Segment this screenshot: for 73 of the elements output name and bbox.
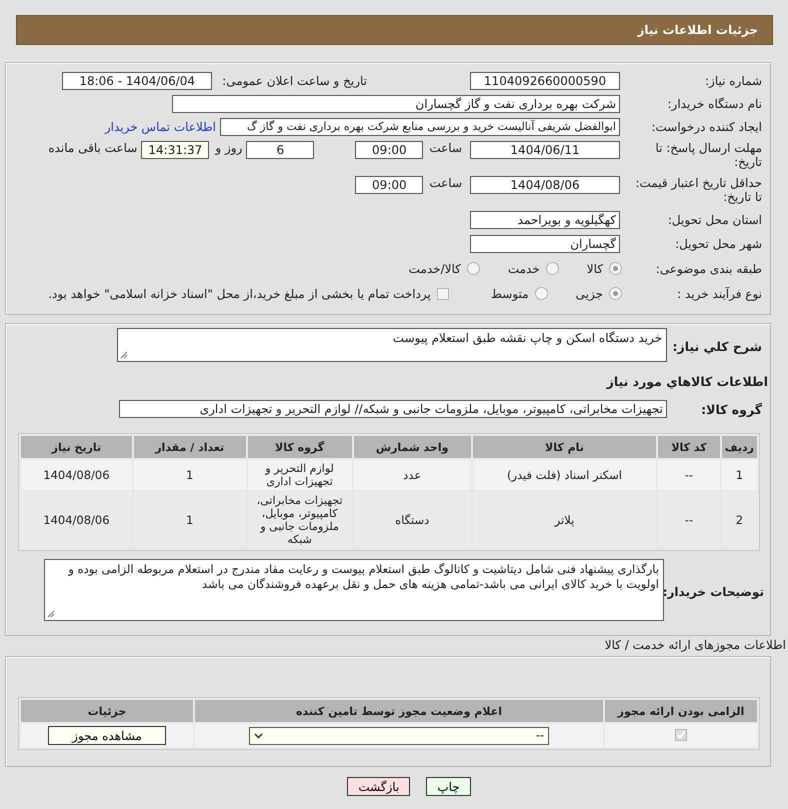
field-label: مهلت ارسال پاسخ: تا تاریخ:: [654, 141, 763, 169]
field-label: روز و: [215, 141, 242, 155]
field-label: گروه کالا:: [700, 402, 763, 416]
field-label: ساعت: [429, 176, 462, 190]
date-field[interactable]: 1404/06/11: [470, 141, 620, 159]
table-cell: 1: [134, 460, 246, 490]
column-header: نام کالا: [472, 436, 656, 458]
radio-label: جزیی: [576, 286, 603, 300]
province-field[interactable]: کهگیلویه و بویراحمد: [470, 211, 620, 229]
radio-label: کالا: [586, 262, 603, 276]
print-button[interactable]: چاپ: [426, 777, 471, 796]
field-label: حداقل تاریخ اعتبار قیمت: تا تاریخ:: [634, 176, 763, 204]
resize-grip-icon[interactable]: [47, 610, 55, 618]
field-label: ساعت باقی مانده: [48, 141, 138, 155]
field-label: شرح کلي نياز:: [672, 339, 763, 354]
radio-label: متوسط: [490, 286, 529, 300]
table-cell: 1404/08/06: [21, 460, 132, 490]
radio-button[interactable]: [546, 262, 559, 275]
status-dropdown[interactable]: --: [249, 726, 549, 744]
resize-grip-icon[interactable]: [120, 351, 128, 359]
need-number-field[interactable]: 1104092660000590: [470, 72, 620, 90]
field-label: شماره نیاز:: [704, 74, 763, 88]
section-heading: اطلاعات مجوزهای ارائه خدمت / کالا: [604, 638, 787, 654]
column-header: ردیف: [722, 436, 757, 458]
buyer-contact-link[interactable]: اطلاعات تماس خریدار: [104, 120, 216, 134]
field-label: استان محل تحویل:: [666, 213, 763, 227]
column-header: اعلام وضعیت مجوز توسط تامین کننده: [195, 700, 603, 722]
back-button[interactable]: بازگشت: [347, 777, 410, 796]
days-field[interactable]: 6: [246, 141, 314, 159]
city-field[interactable]: گچساران: [470, 235, 620, 253]
checkbox-label: پرداخت تمام یا بخشی از مبلغ خرید،از محل "اسناد خزانه اسلامی" خواهد بود.: [48, 286, 431, 300]
checkbox[interactable]: [436, 288, 449, 300]
radio-button[interactable]: [609, 262, 622, 275]
field-label: شهر محل تحویل:: [674, 237, 763, 251]
time-field[interactable]: 09:00: [355, 141, 424, 159]
buyer-notes-field[interactable]: بارگذاری پیشنهاد فنی شامل دیتاشیت و کاتالوگ طبق استعلام پیوست و رعایت مفاد مندرج در استعلام مربوطه الزامی بوده و اولویت با خرید کالای ایرانی می باشد-تمامی هزینه های حمل و نقل برعهده فروشندگان می باشد: [44, 559, 664, 621]
column-header: گروه کالا: [248, 436, 352, 458]
table-cell: 1: [722, 460, 757, 490]
radio-button[interactable]: [466, 262, 480, 275]
column-header: کد کالا: [658, 436, 720, 458]
view-permit-button[interactable]: مشاهده مجوز: [48, 726, 166, 745]
goods-group-field[interactable]: تجهیزات مخابراتی، کامپیوتر، موبایل، ملزومات جانبی و شبکه// لوازم التحریر و تجهیزات اداری: [119, 400, 667, 418]
column-header: الزامی بودن ارائه مجوز: [605, 700, 757, 722]
field-label: تاریخ و ساعت اعلان عمومی:: [222, 74, 367, 88]
checkbox[interactable]: [675, 728, 687, 740]
page-header: جزئیات اطلاعات نیاز: [16, 15, 773, 45]
buyer-field[interactable]: شرکت بهره برداری نفت و گاز گچساران: [172, 94, 620, 112]
announce-date-field[interactable]: 1404/06/04 - 18:06: [62, 72, 212, 90]
field-label: توضیحات خریدار:: [664, 585, 765, 599]
caret-icon: [254, 732, 263, 738]
column-header: جزئیات: [21, 700, 193, 722]
table-cell: عدد: [354, 460, 471, 490]
field-label: نوع فرآیند خرید :: [676, 286, 763, 300]
column-header: تعداد / مقدار: [134, 436, 246, 458]
field-label: نام دستگاه خریدار:: [666, 96, 763, 110]
remaining-time-field[interactable]: 14:31:37: [141, 141, 210, 159]
radio-button[interactable]: [609, 287, 622, 300]
creator-field[interactable]: ابوالفضل شریفی آنالیست خرید و بررسی منابع شرکت بهره برداری نفت و گاز گ: [220, 118, 620, 136]
table-cell: لوازم التحریر و تجهیزات اداری: [248, 460, 352, 490]
field-label: ساعت: [429, 141, 462, 155]
field-label: طبقه بندی موضوعی:: [654, 262, 763, 276]
summary-field[interactable]: خرید دستگاه اسکن و چاپ نقشه طبق استعلام پیوست: [117, 328, 667, 362]
radio-label: خدمت: [508, 262, 540, 276]
column-header: تاریخ نیاز: [21, 436, 132, 458]
radio-button[interactable]: [534, 287, 548, 300]
table-cell: --: [658, 460, 720, 490]
time-field[interactable]: 09:00: [355, 176, 424, 194]
field-label: ایجاد کننده درخواست:: [650, 120, 763, 134]
section-heading: اطلاعات کالاهاي مورد نياز: [605, 374, 768, 390]
column-header: واحد شمارش: [354, 436, 471, 458]
radio-label: کالا/خدمت: [408, 262, 461, 276]
table-cell: اسکنر اسناد (فلت فیدر): [472, 460, 656, 490]
date-field[interactable]: 1404/08/06: [470, 176, 620, 194]
